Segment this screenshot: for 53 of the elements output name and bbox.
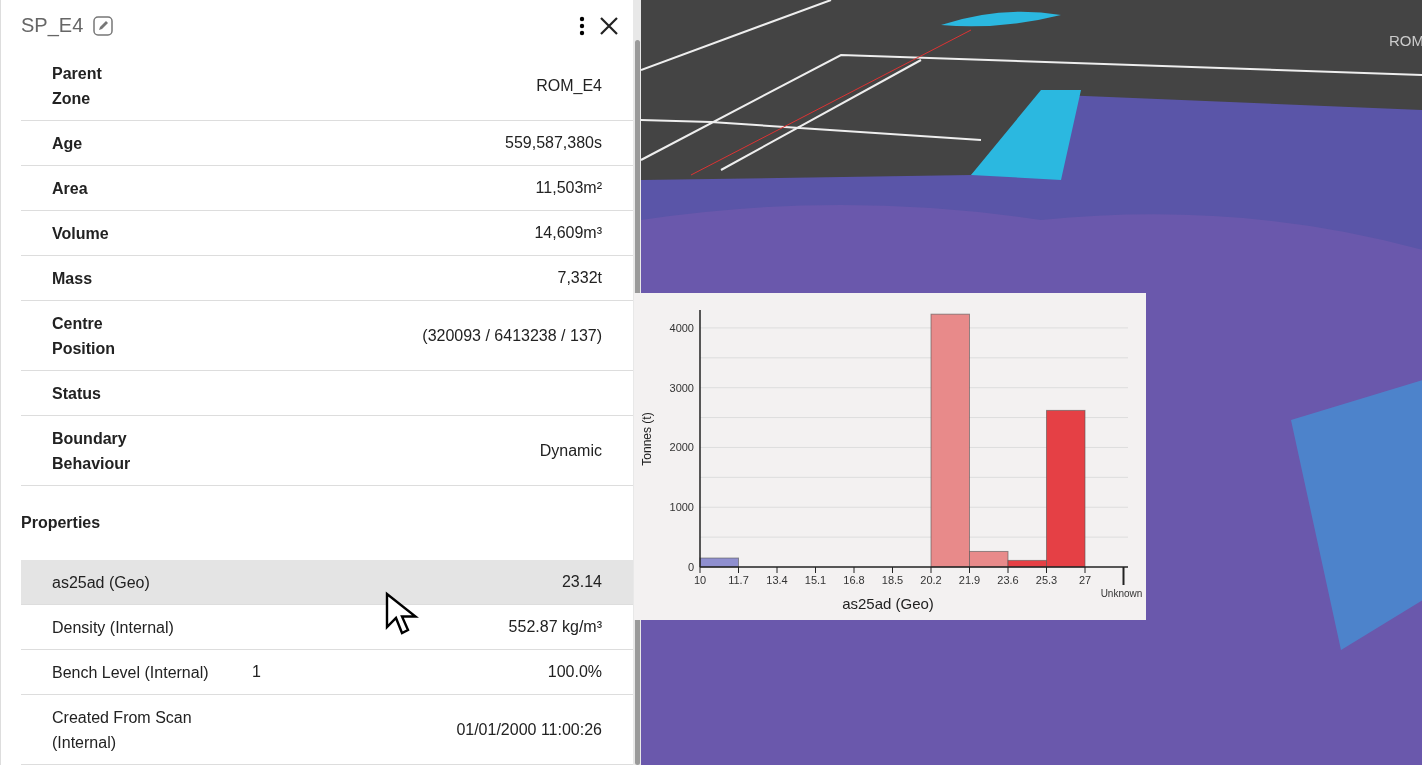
- property-label: Created From Scan (Internal): [52, 707, 193, 753]
- close-icon: [599, 15, 619, 36]
- attribute-label: Boundary Behaviour: [52, 428, 132, 474]
- property-row[interactable]: as25ad (Geo) 23.14: [21, 560, 633, 605]
- attribute-label: Volume: [52, 223, 110, 244]
- attribute-value: 559,587,380s: [505, 134, 602, 152]
- y-tick-label: 0: [687, 561, 694, 573]
- attribute-value: 7,332t: [557, 269, 602, 287]
- x-tick-label: Unknown: [1100, 588, 1143, 599]
- x-axis-title: as25ad (Geo): [842, 595, 934, 612]
- histogram-bar: [699, 557, 739, 568]
- x-tick-label: 16.8: [843, 574, 865, 586]
- y-axis-title: Tonnes (t): [640, 412, 654, 466]
- y-tick-label: 4000: [669, 321, 694, 334]
- y-tick-label: 1000: [669, 501, 694, 514]
- attribute-value: 14,609m³: [534, 224, 602, 242]
- x-tick-label: 11.7: [728, 574, 749, 586]
- attribute-label: Status: [52, 383, 102, 404]
- x-tick-label: 23.6: [997, 574, 1019, 586]
- attribute-label: Parent Zone: [52, 63, 103, 109]
- more-vertical-icon: [579, 15, 585, 36]
- property-row[interactable]: Created From Scan (Internal) 01/01/2000 11:00:26: [21, 695, 633, 765]
- x-tick-label: 13.4: [766, 574, 788, 586]
- attribute-label: Area: [52, 178, 89, 199]
- attribute-value: ROM_E4: [536, 76, 602, 95]
- section-heading: Properties: [20, 513, 102, 533]
- property-row[interactable]: Bench Level (Internal) 1 100.0%: [21, 650, 633, 695]
- x-tick-label: 20.2: [920, 574, 942, 586]
- y-tick-label: 2000: [669, 441, 694, 454]
- property-value: 01/01/2000 11:00:26: [456, 720, 602, 739]
- attribute-value: (320093 / 6413238 / 137): [422, 326, 602, 345]
- attribute-value: 11,503m²: [535, 179, 602, 197]
- x-tick-label: 15.1: [804, 574, 827, 586]
- property-value: 100.0%: [547, 663, 602, 681]
- attribute-value: Dynamic: [539, 441, 602, 460]
- property-label: as25ad (Geo): [52, 572, 151, 593]
- pencil-icon: [93, 15, 114, 36]
- panel-title: SP_E4: [21, 14, 84, 37]
- property-value: 23.14: [561, 573, 602, 591]
- x-tick-label: 25.3: [1035, 574, 1058, 586]
- x-tick-label: 21.9: [958, 574, 981, 586]
- x-tick-label: 27: [1078, 574, 1092, 586]
- x-tick-label: 18.5: [881, 574, 904, 586]
- property-value: 552.87 kg/m³: [508, 618, 602, 636]
- attribute-label: Age: [52, 133, 84, 154]
- attribute-label: Mass: [52, 268, 94, 289]
- property-label: Bench Level (Internal): [52, 662, 210, 683]
- attribute-label: Centre Position: [52, 313, 117, 359]
- viewport-label: ROM: [1389, 32, 1422, 49]
- property-extra: 1: [252, 663, 261, 681]
- y-tick-label: 3000: [669, 381, 694, 394]
- property-label: Density (Internal): [52, 617, 175, 638]
- x-tick-label: 10: [693, 574, 707, 586]
